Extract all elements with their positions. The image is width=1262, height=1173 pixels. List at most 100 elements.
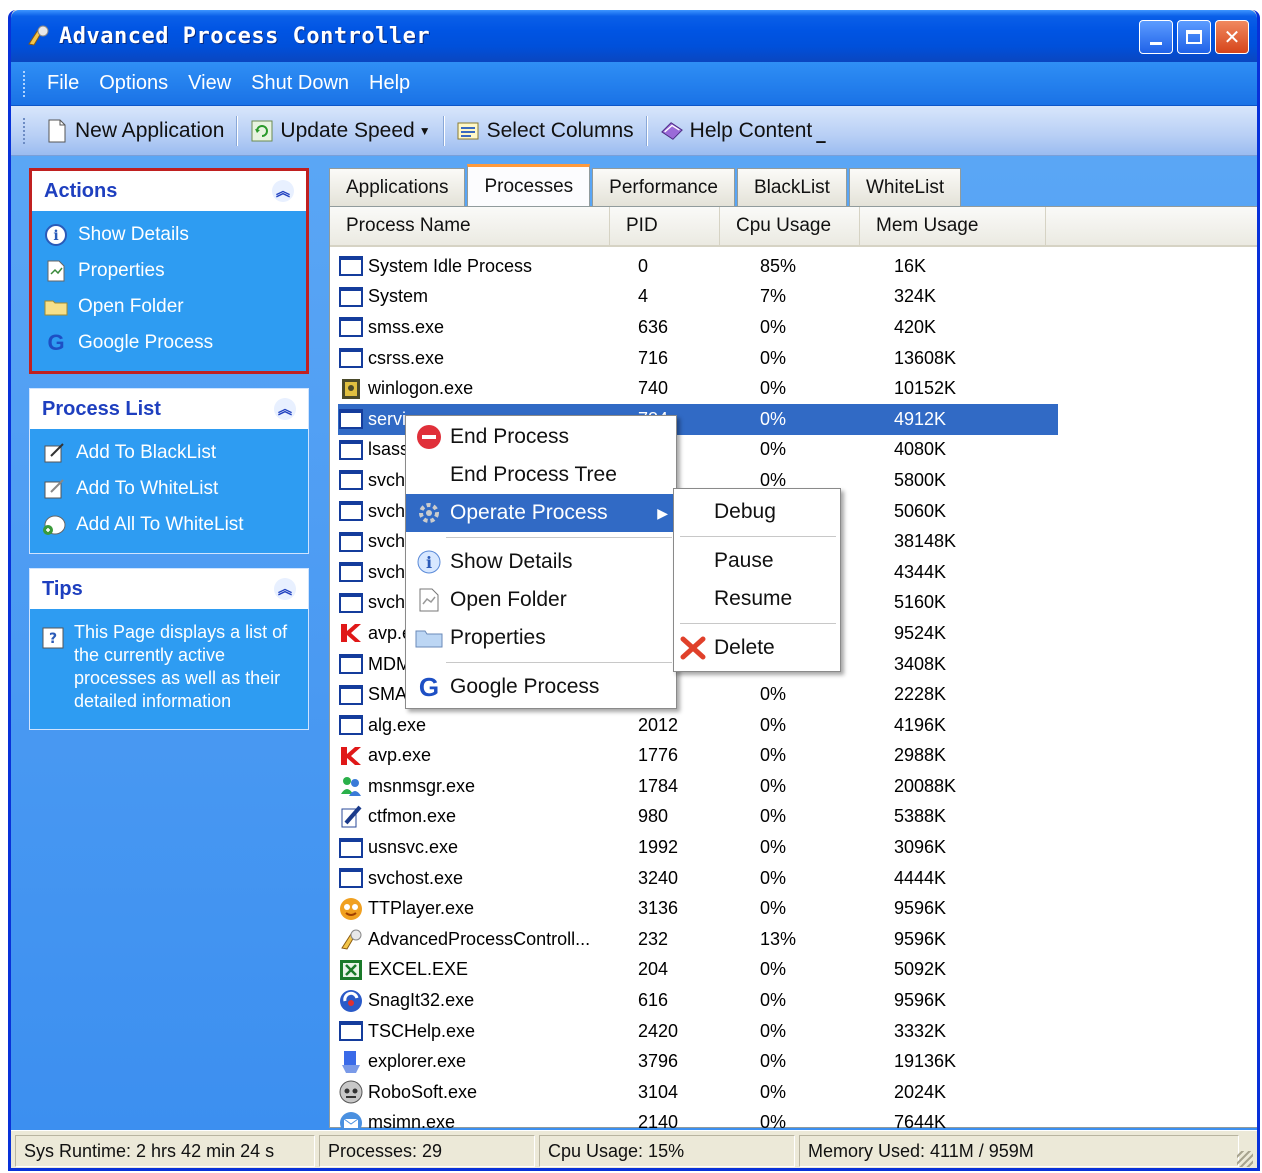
pid-cell: 204 (638, 959, 669, 980)
add-to-whitelist[interactable]: Add To WhiteList (42, 471, 296, 507)
tip-text: This Page displays a list of the current… (74, 622, 288, 711)
actions-title: Actions (44, 179, 118, 202)
window-icon (338, 315, 364, 339)
msn-messenger-icon (338, 774, 364, 798)
submenu-pause-label: Pause (714, 549, 774, 572)
table-row[interactable]: alg.exe 2012 0% 4196K (338, 710, 1058, 741)
ctx-end-process-tree[interactable]: End Process Tree (406, 456, 676, 494)
delete-x-icon (678, 634, 708, 662)
table-row[interactable]: smss.exe 636 0% 420K (338, 312, 1058, 343)
select-columns-button[interactable]: Select Columns (449, 119, 642, 143)
add-to-blacklist[interactable]: Add To BlackList (42, 435, 296, 471)
ctx-show-details[interactable]: i Show Details (406, 543, 676, 581)
table-row[interactable]: ctfmon.exe 980 0% 5388K (338, 802, 1058, 833)
table-row[interactable]: winlogon.exe 740 0% 10152K (338, 373, 1058, 404)
menu-separator (446, 537, 672, 538)
tab-processes[interactable]: Processes (467, 164, 591, 206)
ctx-properties[interactable]: Properties (406, 619, 676, 657)
minimize-button[interactable] (1139, 20, 1173, 54)
new-application-button[interactable]: New Application (37, 119, 232, 143)
action-open-folder[interactable]: Open Folder (44, 289, 294, 325)
table-row[interactable]: csrss.exe 716 0% 13608K (338, 343, 1058, 374)
table-row[interactable]: RoboSoft.exe 3104 0% 2024K (338, 1077, 1058, 1108)
table-row[interactable]: EXCEL.EXE 204 0% 5092K (338, 955, 1058, 986)
submenu-debug[interactable]: Debug (674, 493, 840, 531)
menu-view[interactable]: View (178, 72, 241, 95)
column-header-pid[interactable]: PID (610, 207, 720, 245)
menu-shut-down[interactable]: Shut Down (241, 72, 359, 95)
toolbar: New Application Update Speed ▼ Select Co… (11, 106, 1257, 156)
add-all-to-whitelist[interactable]: Add All To WhiteList (42, 507, 296, 543)
pid-cell: 3796 (638, 1051, 679, 1072)
menu-options[interactable]: Options (89, 72, 178, 95)
pid-cell: 3136 (638, 898, 679, 919)
info-icon: i (44, 223, 68, 247)
update-speed-button[interactable]: Update Speed ▼ (242, 119, 438, 143)
table-row[interactable]: usnsvc.exe 1992 0% 3096K (338, 832, 1058, 863)
process-list-header[interactable]: Process List ︽ (30, 389, 308, 429)
new-application-label: New Application (75, 118, 225, 142)
collapse-chevron-icon[interactable]: ︽ (274, 578, 296, 600)
action-open-folder-label: Open Folder (78, 296, 184, 317)
process-name: msnmsgr.exe (368, 775, 476, 796)
resize-grip-icon[interactable] (1237, 1151, 1253, 1167)
cpu-usage-cell: 0% (760, 745, 787, 766)
table-row[interactable]: TTPlayer.exe 3136 0% 9596K (338, 893, 1058, 924)
table-row[interactable]: AdvancedProcessControll... 232 13% 9596K (338, 924, 1058, 955)
table-row[interactable]: TSCHelp.exe 2420 0% 3332K (338, 1016, 1058, 1047)
google-icon: G (47, 330, 65, 355)
properties-icon (44, 259, 68, 283)
process-name: SnagIt32.exe (368, 990, 475, 1011)
table-row[interactable]: System Idle Process 0 85% 16K (338, 251, 1058, 282)
menu-file[interactable]: File (37, 72, 89, 95)
tab-blacklist[interactable]: BlackList (736, 168, 847, 206)
ctx-operate-process[interactable]: Operate Process ▶ (406, 494, 676, 532)
pid-cell: 2012 (638, 714, 679, 735)
title-bar[interactable]: Advanced Process Controller ✕ (11, 10, 1257, 62)
column-header-process-name[interactable]: Process Name (330, 207, 610, 245)
process-name: smss.exe (368, 316, 445, 337)
table-row[interactable]: System 4 7% 324K (338, 282, 1058, 313)
tab-performance[interactable]: Performance (592, 168, 735, 206)
maximize-button[interactable] (1177, 20, 1211, 54)
window-icon (338, 683, 364, 707)
table-row[interactable]: svchost.exe 3240 0% 4444K (338, 863, 1058, 894)
process-name: ctfmon.exe (368, 806, 457, 827)
table-row[interactable]: explorer.exe 3796 0% 19136K (338, 1046, 1058, 1077)
ctx-end-process[interactable]: End Process (406, 418, 676, 456)
menu-help[interactable]: Help (359, 72, 420, 95)
submenu-resume[interactable]: Resume (674, 580, 840, 618)
cpu-usage-cell: 0% (760, 806, 787, 827)
action-properties[interactable]: Properties (44, 253, 294, 289)
tab-applications[interactable]: Applications (329, 168, 466, 206)
action-show-details-label: Show Details (78, 224, 189, 245)
column-header-cpu-usage[interactable]: Cpu Usage (720, 207, 860, 245)
collapse-chevron-icon[interactable]: ︽ (274, 398, 296, 420)
tips-header[interactable]: Tips ︽ (30, 569, 308, 609)
app-icon (338, 927, 364, 951)
table-row[interactable]: SnagIt32.exe 616 0% 9596K (338, 985, 1058, 1016)
collapse-chevron-icon[interactable]: ︽ (272, 180, 294, 202)
column-header-mem-usage[interactable]: Mem Usage (860, 207, 1046, 245)
close-icon: ✕ (1223, 26, 1241, 49)
add-all-icon (42, 513, 66, 537)
table-row[interactable]: msnmsgr.exe 1784 0% 20088K (338, 771, 1058, 802)
ctx-open-folder[interactable]: Open Folder (406, 581, 676, 619)
action-google-process[interactable]: G Google Process (44, 325, 294, 361)
close-button[interactable]: ✕ (1215, 20, 1249, 54)
cpu-usage-cell: 0% (760, 898, 787, 919)
submenu-delete[interactable]: Delete (674, 629, 840, 667)
mem-usage-cell: 5060K (894, 500, 947, 521)
ctx-google-process[interactable]: G Google Process (406, 668, 676, 706)
actions-header[interactable]: Actions ︽ (32, 171, 306, 211)
cpu-usage-cell: 13% (760, 928, 797, 949)
mem-usage-cell: 2228K (894, 684, 947, 705)
submenu-pause[interactable]: Pause (674, 542, 840, 580)
action-show-details[interactable]: i Show Details (44, 217, 294, 253)
tab-whitelist[interactable]: WhiteList (848, 168, 962, 206)
cpu-usage-cell: 0% (760, 439, 787, 460)
mem-usage-cell: 20088K (894, 775, 957, 796)
table-row[interactable]: avp.exe 1776 0% 2988K (338, 741, 1058, 772)
help-content-button[interactable]: Help Content ▁ (652, 119, 834, 143)
process-name-cell: explorer.exe (338, 1050, 628, 1074)
